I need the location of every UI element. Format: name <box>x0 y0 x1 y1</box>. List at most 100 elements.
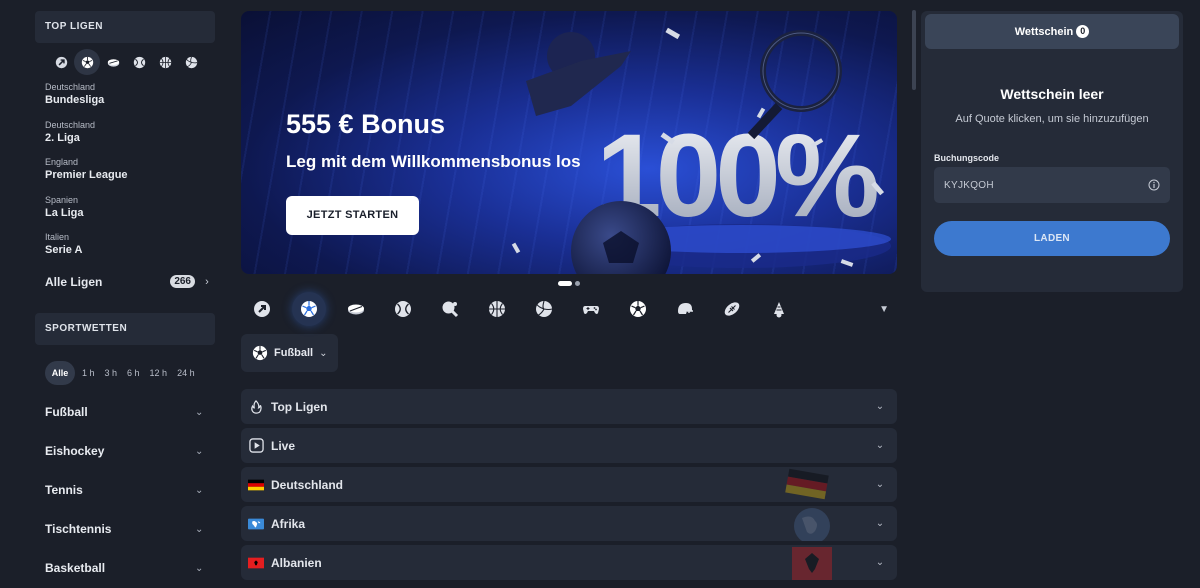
chevron-down-icon: ⌄ <box>195 445 204 457</box>
main-content: 100% 555 € Bonus Leg mit dem Willkommens… <box>241 11 897 584</box>
league-item[interactable]: England Premier League <box>35 150 215 188</box>
chevron-down-icon: ⌄ <box>875 401 885 412</box>
banner-title: 555 € Bonus <box>286 109 446 139</box>
chevron-down-icon: ⌄ <box>875 440 885 451</box>
league-name: Bundesliga <box>45 94 105 106</box>
league-country: Spanien <box>45 194 79 205</box>
chevron-down-icon: ⌄ <box>195 562 204 574</box>
play-icon <box>248 438 264 454</box>
chevron-right-icon: › <box>205 275 209 288</box>
carousel-dot-1[interactable] <box>558 280 572 286</box>
football-icon[interactable] <box>292 292 326 326</box>
league-item[interactable]: Spanien La Liga <box>35 188 215 226</box>
sidebar-sport-filter <box>35 43 215 75</box>
chevron-down-icon: ⌄ <box>319 347 328 359</box>
sidebar-sport-table-tennis[interactable]: Tischtennis ⌄ <box>35 510 215 549</box>
sport-select-dropdown[interactable]: Fußball ⌄ <box>241 334 338 372</box>
sport-label: Basketball <box>45 561 106 575</box>
sport-label: Eishockey <box>45 444 105 458</box>
betslip-count-badge: 0 <box>1076 25 1090 38</box>
sports-betting-header: SPORTWETTEN <box>35 312 215 345</box>
league-country: Deutschland <box>45 82 96 92</box>
fire-icon <box>248 399 264 415</box>
page-scrollbar[interactable] <box>912 10 916 90</box>
globe-africa-icon <box>248 516 264 532</box>
top-leagues-header: TOP LIGEN <box>35 11 215 43</box>
carousel-indicator <box>241 274 897 292</box>
time-filter-3h[interactable]: 3 h <box>102 361 121 385</box>
football-icon <box>252 345 268 361</box>
flag-albania-icon <box>248 555 264 571</box>
betslip-tab-label: Wettschein <box>1014 25 1074 38</box>
league-accordion-list: Top Ligen ⌄ Live ⌄ Deutschland ⌄ Afrika … <box>241 389 897 580</box>
ice-hockey-icon[interactable] <box>339 292 373 326</box>
american-football-icon[interactable] <box>668 292 702 326</box>
time-filter-group: Alle 1 h 3 h 6 h 12 h 24 h <box>35 345 215 393</box>
promo-banner[interactable]: 100% 555 € Bonus Leg mit dem Willkommens… <box>241 11 897 274</box>
accordion-top-leagues[interactable]: Top Ligen ⌄ <box>241 389 897 424</box>
all-leagues-link[interactable]: Alle Ligen 266 › <box>35 267 215 297</box>
sidebar-sport-football[interactable]: Fußball ⌄ <box>35 393 215 432</box>
load-button[interactable]: LADEN <box>934 221 1170 256</box>
league-name: Premier League <box>45 169 128 181</box>
time-filter-12h[interactable]: 12 h <box>147 361 171 385</box>
chevron-down-icon: ⌄ <box>195 523 204 535</box>
info-icon[interactable] <box>1148 179 1160 191</box>
badminton-icon[interactable] <box>762 292 796 326</box>
sidebar-sport-ice-hockey[interactable]: Eishockey ⌄ <box>35 432 215 471</box>
trending-icon[interactable] <box>245 292 279 326</box>
league-country: Deutschland <box>45 119 96 130</box>
flag-albania-watermark <box>792 547 832 580</box>
sport-label: Tischtennis <box>45 522 112 536</box>
betslip-empty-subtitle: Auf Quote klicken, um sie hinzuzufügen <box>955 113 1149 125</box>
chevron-down-icon: ⌄ <box>195 484 204 496</box>
sport-label: Tennis <box>45 483 83 497</box>
chevron-down-icon: ⌄ <box>195 406 204 418</box>
all-leagues-label: Alle Ligen <box>45 274 103 289</box>
tennis-icon[interactable] <box>386 292 420 326</box>
basketball-icon[interactable] <box>480 292 514 326</box>
esports-icon[interactable] <box>574 292 608 326</box>
globe-watermark <box>794 508 830 541</box>
carousel-dot-2[interactable] <box>575 280 580 286</box>
banner-subtitle: Leg mit dem Willkommensbonus los <box>286 152 581 171</box>
table-tennis-icon[interactable] <box>433 292 467 326</box>
more-sports-dropdown-icon[interactable]: ▼ <box>879 304 889 315</box>
flag-germany-icon <box>248 477 264 493</box>
accordion-albania[interactable]: Albanien ⌄ <box>241 545 897 580</box>
tennis-icon[interactable] <box>126 49 152 75</box>
time-filter-1h[interactable]: 1 h <box>79 361 98 385</box>
sport-label: Fußball <box>45 405 88 419</box>
ice-hockey-icon[interactable] <box>100 49 126 75</box>
start-now-button[interactable]: JETZT STARTEN <box>286 196 419 235</box>
trending-icon[interactable] <box>48 49 74 75</box>
volleyball-icon[interactable] <box>178 49 204 75</box>
accordion-label: Live <box>271 438 296 453</box>
league-item[interactable]: Deutschland 2. Liga <box>35 113 215 151</box>
football-icon[interactable] <box>74 49 100 75</box>
accordion-germany[interactable]: Deutschland ⌄ <box>241 467 897 502</box>
league-country: England <box>45 157 79 167</box>
sidebar-sport-basketball[interactable]: Basketball ⌄ <box>35 549 215 588</box>
league-country: Italien <box>45 232 70 242</box>
accordion-live[interactable]: Live ⌄ <box>241 428 897 463</box>
booking-code-value: KYJKQOH <box>944 179 994 191</box>
betslip-tab[interactable]: Wettschein 0 <box>925 14 1179 49</box>
booking-code-input[interactable]: KYJKQOH <box>934 167 1170 203</box>
volleyball-icon[interactable] <box>527 292 561 326</box>
accordion-label: Top Ligen <box>271 399 328 414</box>
accordion-africa[interactable]: Afrika ⌄ <box>241 506 897 541</box>
rugby-icon[interactable] <box>715 292 749 326</box>
flag-germany-watermark <box>785 468 829 500</box>
league-name: Serie A <box>45 244 83 256</box>
league-item[interactable]: Deutschland Bundesliga <box>35 75 215 113</box>
time-filter-all[interactable]: Alle <box>45 361 75 385</box>
time-filter-24h[interactable]: 24 h <box>174 361 198 385</box>
time-filter-6h[interactable]: 6 h <box>124 361 143 385</box>
league-item[interactable]: Italien Serie A <box>35 225 215 263</box>
betslip-empty-title: Wettschein leer <box>1000 86 1104 102</box>
futsal-icon[interactable] <box>621 292 655 326</box>
sidebar-sport-tennis[interactable]: Tennis ⌄ <box>35 471 215 510</box>
basketball-icon[interactable] <box>152 49 178 75</box>
booking-code-label: Buchungscode <box>934 153 1000 163</box>
